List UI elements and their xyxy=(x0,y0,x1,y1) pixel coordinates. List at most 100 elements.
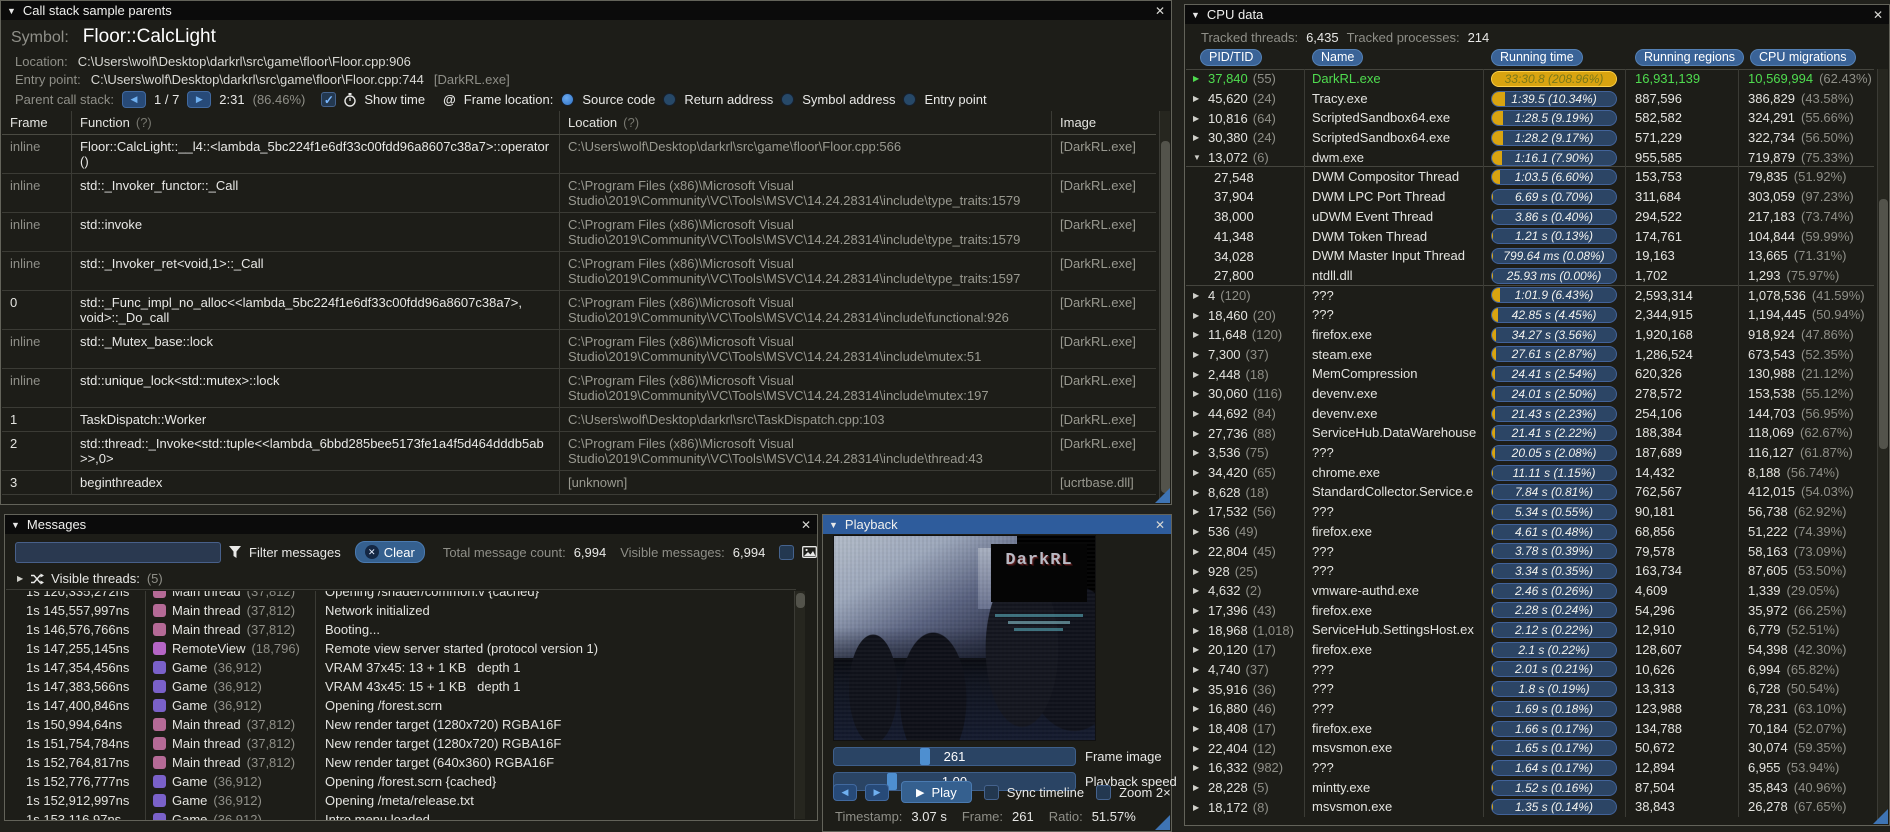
pid-cell[interactable]: ▶ 44,692 (84) xyxy=(1186,403,1305,424)
close-icon[interactable]: ✕ xyxy=(1155,4,1165,18)
message-row[interactable]: 1s 152,776,777ns Game (36,912) Opening /for… xyxy=(6,772,796,791)
message-row[interactable]: 1s 145,557,997ns Main thread (37,812) Netwo… xyxy=(6,601,796,620)
expand-tree-icon[interactable]: ▶ xyxy=(1193,330,1203,339)
show-time-label[interactable]: Show time xyxy=(364,92,425,107)
expand-tree-icon[interactable]: ▶ xyxy=(1193,429,1203,438)
callstack-row[interactable]: inline Floor::CalcLight::__l4::<lambda_5b… xyxy=(2,135,1156,174)
column-header-pid-tid[interactable]: PID/TID xyxy=(1200,49,1263,66)
callstack-scrollbar[interactable] xyxy=(1159,111,1170,503)
message-row[interactable]: 1s 151,754,784ns Main thread (37,812) New r… xyxy=(6,734,796,753)
collapse-icon[interactable]: ▼ xyxy=(1191,10,1200,20)
cpu-row[interactable]: ▶ 22,404 (12) msvsmon.exe 1.65 s (0.17%) 50,6… xyxy=(1186,738,1874,759)
clear-button[interactable]: ✕ Clear xyxy=(354,541,425,563)
pid-cell[interactable]: ▶ 16,332 (982) xyxy=(1186,758,1305,778)
close-icon[interactable]: ✕ xyxy=(801,518,811,532)
pid-cell[interactable]: 38,000 xyxy=(1186,206,1305,227)
cpu-row[interactable]: ▶ 34,420 (65) chrome.exe 11.11 s (1.15%) 14,4… xyxy=(1186,462,1874,483)
expand-tree-icon[interactable]: ▶ xyxy=(1193,448,1203,457)
expand-tree-icon[interactable]: ▶ xyxy=(1193,744,1203,753)
column-header-location[interactable]: Location (?) xyxy=(560,111,1052,134)
radio-entry-point[interactable] xyxy=(903,93,917,106)
pid-cell[interactable]: ▶ 27,736 (88) xyxy=(1186,423,1305,444)
cpu-row[interactable]: ▶ 18,408 (17) firefox.exe 1.66 s (0.17%) 134,… xyxy=(1186,718,1874,739)
expand-tree-icon[interactable]: ▶ xyxy=(1193,567,1203,576)
pid-cell[interactable]: ▶ 18,968 (1,018) xyxy=(1186,620,1305,640)
column-header-name[interactable]: Name xyxy=(1312,49,1364,66)
pid-cell[interactable]: ▶ 928 (25) xyxy=(1186,561,1305,581)
pid-cell[interactable]: ▶ 18,408 (17) xyxy=(1186,718,1305,739)
visible-threads-label[interactable]: Visible threads: xyxy=(51,571,140,586)
pid-cell[interactable]: ▶ 17,532 (56) xyxy=(1186,502,1305,522)
cpu-row[interactable]: ▶ 35,916 (36)??? 1.8 s (0.19%) 13,313 6,728 (5… xyxy=(1186,679,1874,700)
cpu-row[interactable]: ▶ 8,628 (18) StandardCollector.Service.e 7.8… xyxy=(1186,482,1874,503)
cpu-row[interactable]: ▶ 18,460 (20)??? 42.85 s (4.45%) 2,344,915 1,… xyxy=(1186,305,1874,325)
cpu-row[interactable]: ▶ 30,060 (116) devenv.exe 24.01 s (2.50%) 278… xyxy=(1186,384,1874,404)
pid-cell[interactable]: ▶ 536 (49) xyxy=(1186,521,1305,542)
message-row[interactable]: 1s 147,400,846ns Game (36,912) Opening /for… xyxy=(6,696,796,715)
cpu-scrollbar[interactable] xyxy=(1877,69,1888,824)
callstack-row[interactable]: inline std::_Invoker_functor::_Call C:\Pro… xyxy=(2,174,1156,213)
message-row[interactable]: 1s 152,764,817ns Main thread (37,812) New r… xyxy=(6,753,796,772)
pid-cell[interactable]: ▶ 30,380 (24) xyxy=(1186,128,1305,148)
prev-frame-button[interactable]: ◀ xyxy=(833,783,857,801)
column-header-running-regions[interactable]: Running regions xyxy=(1635,49,1745,66)
callstack-row[interactable]: inline std::invoke C:\Program Files (x86)\… xyxy=(2,213,1156,252)
pid-cell[interactable]: ▶ 37,840 (55) xyxy=(1186,69,1305,89)
column-header-image[interactable]: Image xyxy=(1052,111,1156,134)
pid-cell[interactable]: ▶ 28,228 (5) xyxy=(1186,777,1305,798)
cpu-row[interactable]: ▶ 18,172 (8) msvsmon.exe 1.35 s (0.14%) 38,84… xyxy=(1186,797,1874,818)
cpu-row[interactable]: 27,800 ntdll.dll 25.93 ms (0.00%) 1,702 1,29… xyxy=(1186,265,1874,286)
pid-cell[interactable]: ▶ 3,536 (75) xyxy=(1186,443,1305,463)
collapse-icon[interactable]: ▼ xyxy=(7,6,16,16)
cpu-row[interactable]: ▶ 536 (49) firefox.exe 4.61 s (0.48%) 68,856 5… xyxy=(1186,521,1874,542)
expand-tree-icon[interactable]: ▶ xyxy=(1193,704,1203,713)
pid-cell[interactable]: ▶ 30,060 (116) xyxy=(1186,384,1305,404)
pid-cell[interactable]: ▶ 22,404 (12) xyxy=(1186,738,1305,759)
expand-tree-icon[interactable]: ▶ xyxy=(1193,665,1203,674)
resize-grip[interactable] xyxy=(1155,488,1170,503)
pid-cell[interactable]: ▶ 8,628 (18) xyxy=(1186,482,1305,503)
pid-cell[interactable]: 34,028 xyxy=(1186,246,1305,266)
expand-tree-icon[interactable]: ▶ xyxy=(1193,803,1203,812)
message-row[interactable]: 1s 147,255,145ns RemoteView (18,796) Remote… xyxy=(6,639,796,658)
pid-cell[interactable]: ▶ 45,620 (24) xyxy=(1186,88,1305,109)
expand-arrow-icon[interactable]: ▶ xyxy=(17,574,23,583)
cpu-row[interactable]: ▶ 3,536 (75)??? 20.05 s (2.08%) 187,689 116,1… xyxy=(1186,443,1874,463)
expand-tree-icon[interactable]: ▶ xyxy=(1193,94,1203,103)
zoom-2x-label[interactable]: Zoom 2× xyxy=(1119,785,1171,800)
callstack-row[interactable]: inline std::unique_lock<std::mutex>::lock… xyxy=(2,369,1156,408)
show-time-checkbox[interactable]: ✓ xyxy=(321,92,337,107)
expand-tree-icon[interactable]: ▶ xyxy=(1193,527,1203,536)
expand-tree-icon[interactable]: ▶ xyxy=(1193,724,1203,733)
cpu-row[interactable]: ▶ 2,448 (18) MemCompression 24.41 s (2.54%) 6… xyxy=(1186,364,1874,385)
pid-cell[interactable]: ▶ 18,460 (20) xyxy=(1186,305,1305,325)
cpu-row[interactable]: ▶ 18,968 (1,018) ServiceHub.SettingsHost.ex… xyxy=(1186,620,1874,640)
message-row[interactable]: 1s 146,576,766ns Main thread (37,812) Booti… xyxy=(6,620,796,639)
message-row[interactable]: 1s 120,335,272ns Main thread (37,812) Openi… xyxy=(6,591,796,601)
message-row[interactable]: 1s 152,912,997ns Game (36,912) Opening /met… xyxy=(6,791,796,810)
pid-cell[interactable]: ▶ 22,804 (45) xyxy=(1186,541,1305,562)
callstack-row[interactable]: inline std::_Invoker_ret<void,1>::_Call C:… xyxy=(2,252,1156,291)
pid-cell[interactable]: ▶ 11,648 (120) xyxy=(1186,324,1305,345)
collapse-tree-icon[interactable]: ▼ xyxy=(1193,153,1203,162)
radio-source-code[interactable] xyxy=(561,93,575,106)
column-header-cpu-migrations[interactable]: CPU migrations xyxy=(1750,49,1856,66)
pid-cell[interactable]: ▶ 34,420 (65) xyxy=(1186,462,1305,483)
pid-cell[interactable]: ▶ 4,632 (2) xyxy=(1186,580,1305,601)
expand-tree-icon[interactable]: ▶ xyxy=(1193,645,1203,654)
message-row[interactable]: 1s 147,354,456ns Game (36,912) VRAM 37x45: … xyxy=(6,658,796,677)
callstack-row[interactable]: inline std::_Mutex_base::lock C:\Program F… xyxy=(2,330,1156,369)
cpu-row[interactable]: 37,904 DWM LPC Port Thread 6.69 s (0.70%) 3… xyxy=(1186,187,1874,207)
callstack-row[interactable]: 0 std::_Func_impl_no_alloc<<lambda_5bc224… xyxy=(2,291,1156,330)
expand-tree-icon[interactable]: ▶ xyxy=(1193,586,1203,595)
expand-tree-icon[interactable]: ▶ xyxy=(1193,409,1203,418)
radio-symbol-address[interactable] xyxy=(781,93,795,106)
pid-cell[interactable]: ▶ 35,916 (36) xyxy=(1186,679,1305,700)
cpu-row[interactable]: 41,348 DWM Token Thread 1.21 s (0.13%) 174,… xyxy=(1186,226,1874,247)
resize-grip[interactable] xyxy=(1873,809,1888,824)
expand-tree-icon[interactable]: ▶ xyxy=(1193,389,1203,398)
expand-tree-icon[interactable]: ▶ xyxy=(1193,133,1203,142)
pid-cell[interactable]: ▶ 10,816 (64) xyxy=(1186,108,1305,129)
expand-tree-icon[interactable]: ▶ xyxy=(1193,350,1203,359)
message-row[interactable]: 1s 153,116,97ns Game (36,912) Intro menu lo… xyxy=(6,810,796,820)
